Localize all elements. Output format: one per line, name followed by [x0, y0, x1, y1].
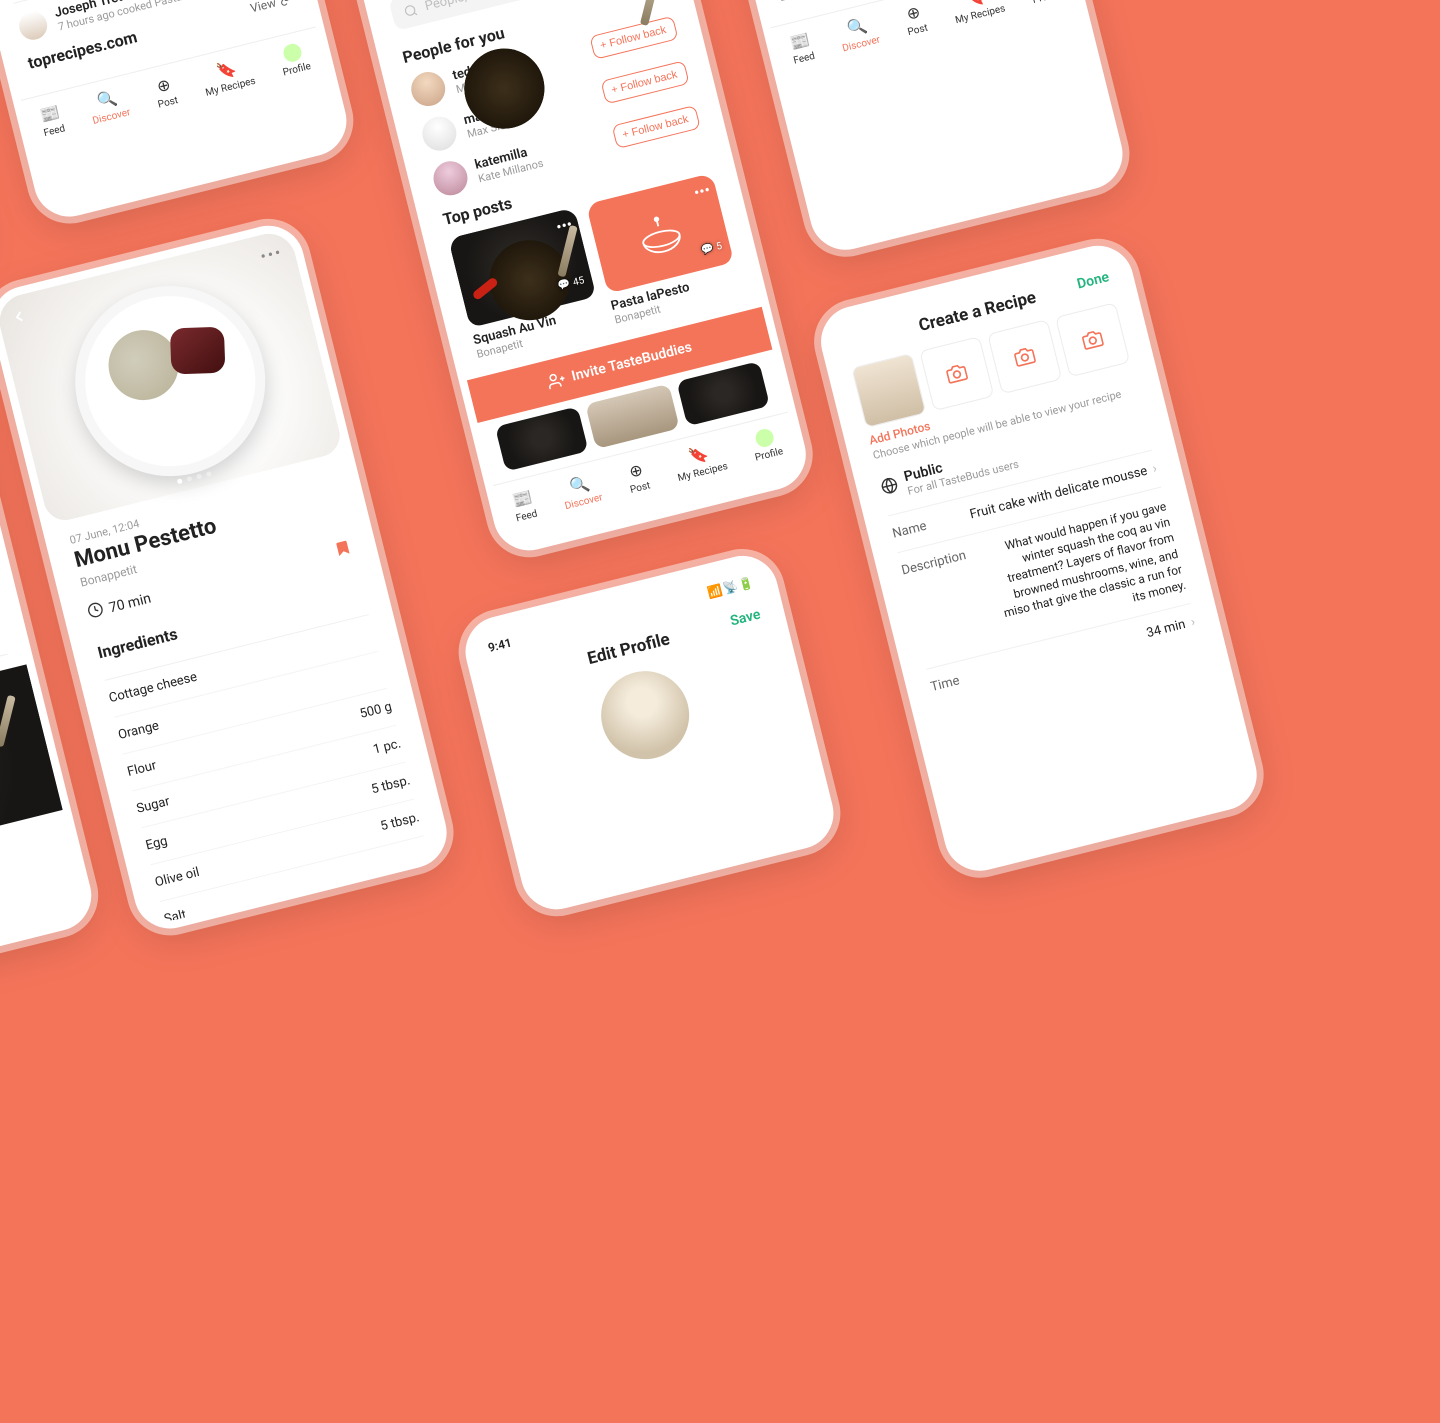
tab-feed[interactable]: 📰Feed — [787, 29, 816, 66]
bookmark-filled-icon[interactable] — [331, 535, 355, 565]
profile-post-thumb[interactable]: ia 💬 3 — [0, 664, 63, 883]
tab-profile[interactable]: Profile — [749, 425, 785, 464]
add-photo-slot[interactable] — [919, 336, 994, 411]
screen-create-recipe: Create a Recipe Done Add Photos Choose w… — [813, 238, 1264, 878]
user-plus-icon — [546, 369, 568, 391]
tab-post[interactable]: ⊕Post — [901, 1, 929, 38]
post-thumb[interactable] — [676, 361, 770, 426]
screen-feed: Maya Colored and 4 more View 56 comments… — [0, 0, 354, 224]
globe-icon — [879, 475, 901, 499]
edit-avatar[interactable] — [592, 661, 699, 768]
back-icon[interactable] — [8, 305, 31, 331]
clock-icon — [86, 600, 106, 623]
follow-back-button[interactable]: + Follow back — [601, 60, 690, 104]
ingredients-list: Cottage cheese Orange Flour500 g Sugar1 … — [105, 614, 434, 936]
follow-back-button[interactable]: + Follow back — [590, 15, 679, 59]
comment-icon: 💬 — [557, 278, 572, 292]
chevron-right-icon: › — [1189, 614, 1196, 629]
post-card[interactable]: ••• 💬5 Pasta laPesto Bonapetit — [586, 172, 744, 332]
comment-icon: 💬 — [700, 242, 715, 256]
tab-my-recipes[interactable]: 🔖My Recipes — [671, 439, 729, 483]
camera-icon — [1013, 344, 1037, 368]
view-source[interactable]: View — [249, 0, 294, 14]
tab-discover[interactable]: 🔍Discover — [86, 85, 131, 126]
more-icon[interactable]: ••• — [692, 180, 712, 202]
tab-feed[interactable]: 📰Feed — [510, 487, 539, 524]
post-thumb[interactable] — [586, 383, 680, 448]
camera-icon — [1081, 327, 1105, 351]
tab-feed[interactable]: 📰Feed — [37, 101, 66, 138]
avatar[interactable] — [16, 8, 50, 42]
tab-bar: 📰Feed 🔍Discover ⊕Post 🔖My Recipes Profil… — [770, 0, 1079, 83]
more-icon[interactable]: ••• — [258, 242, 284, 266]
tab-my-recipes[interactable]: 🔖My Recipes — [199, 54, 257, 98]
add-photo-slot[interactable] — [1055, 302, 1130, 377]
photo-thumb[interactable] — [851, 352, 926, 427]
follow-back-button[interactable]: + Follow back — [612, 104, 701, 148]
post-thumb[interactable] — [495, 406, 589, 471]
tab-discover[interactable]: 🔍Discover — [836, 13, 881, 54]
tab-my-recipes[interactable]: 🔖My Recipes — [949, 0, 1007, 26]
status-time: 9:41 — [487, 635, 514, 654]
tab-discover[interactable]: 🔍Discover — [558, 470, 603, 511]
tab-post[interactable]: ⊕Post — [624, 458, 652, 495]
post-card[interactable]: ••• 💬45 Squash Au Vin Bonapetit — [448, 207, 606, 367]
status-signal-icon: 📶 📡 🔋 — [706, 575, 754, 600]
screen-edit-profile: 9:41 📶 📡 🔋 Edit Profile Save — [458, 548, 841, 917]
more-icon[interactable]: ••• — [554, 214, 574, 236]
camera-icon — [945, 361, 969, 385]
tab-profile[interactable]: Profile — [277, 40, 313, 79]
tab-profile[interactable]: Profile — [1026, 0, 1062, 6]
add-photo-slot[interactable] — [987, 319, 1062, 394]
screen-discover: TasteBuds People, tags, posts People for… — [348, 0, 813, 557]
dish-placeholder-icon — [632, 205, 688, 261]
tab-post[interactable]: ⊕Post — [152, 73, 180, 110]
chevron-right-icon: › — [1151, 461, 1158, 476]
